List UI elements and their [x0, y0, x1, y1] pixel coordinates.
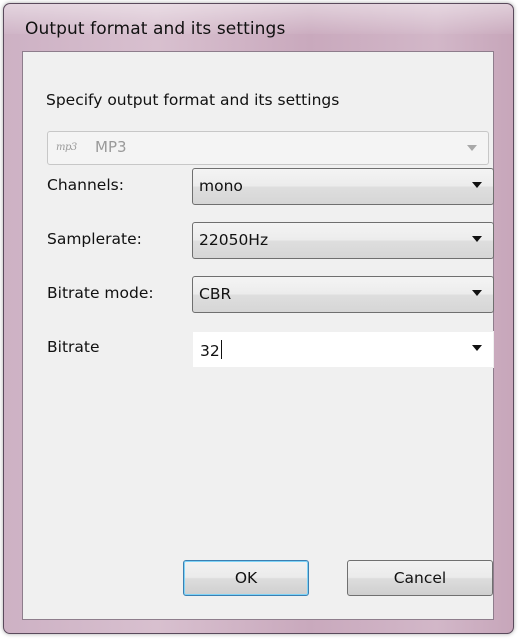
ok-button[interactable]: OK	[183, 560, 309, 596]
dialog-window: Output format and its settings Specify o…	[3, 3, 514, 634]
mp3-logo-icon: mp3	[56, 142, 77, 153]
bitrate-mode-value: CBR	[199, 285, 232, 303]
text-cursor	[220, 340, 222, 359]
dialog-content: Specify output format and its settings m…	[22, 51, 494, 620]
channels-value: mono	[199, 177, 243, 195]
bitrate-mode-select[interactable]: CBR	[192, 276, 494, 313]
chevron-down-icon[interactable]	[472, 345, 482, 351]
channels-label: Channels:	[47, 176, 124, 194]
channels-select[interactable]: mono	[192, 168, 494, 205]
samplerate-value: 22050Hz	[199, 231, 269, 249]
bitrate-value-text[interactable]: 32	[200, 342, 220, 360]
bitrate-input[interactable]: 32	[192, 331, 494, 368]
window-title: Output format and its settings	[25, 19, 286, 39]
dialog-heading: Specify output format and its settings	[46, 91, 340, 109]
chevron-down-icon[interactable]	[472, 182, 482, 188]
bitrate-value[interactable]: 32	[200, 340, 222, 360]
bitrate-mode-label: Bitrate mode:	[47, 284, 154, 302]
samplerate-select[interactable]: 22050Hz	[192, 222, 494, 259]
output-format-value: MP3	[95, 138, 127, 156]
chevron-down-icon[interactable]	[472, 290, 482, 296]
output-format-select: mp3 MP3	[47, 131, 489, 165]
cancel-button[interactable]: Cancel	[347, 560, 493, 596]
samplerate-label: Samplerate:	[47, 230, 142, 248]
chevron-down-icon[interactable]	[472, 236, 482, 242]
bitrate-label: Bitrate	[47, 338, 100, 356]
chevron-down-icon	[467, 145, 477, 151]
